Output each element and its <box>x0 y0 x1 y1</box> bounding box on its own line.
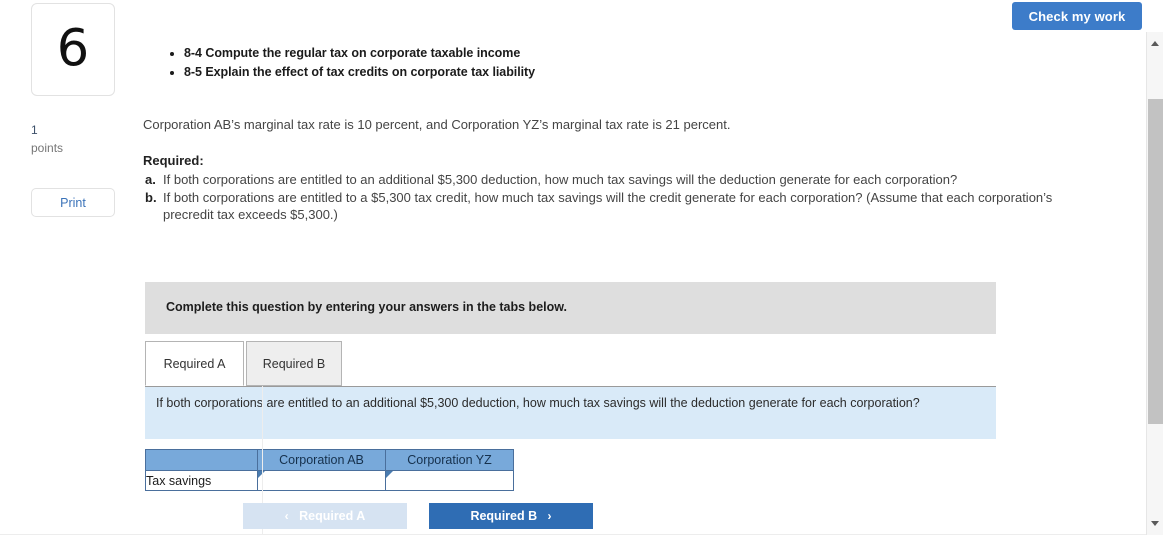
tax-savings-yz-cell[interactable] <box>385 470 514 491</box>
tab-required-a[interactable]: Required A <box>145 341 244 386</box>
table-header-row: Corporation AB Corporation YZ <box>145 449 514 471</box>
scenario-text: Corporation AB’s marginal tax rate is 10… <box>143 117 731 132</box>
tax-savings-yz-input[interactable] <box>386 471 513 490</box>
cell-flag-icon <box>386 471 393 478</box>
question-number: 6 <box>56 18 90 78</box>
tax-savings-ab-cell[interactable] <box>257 470 386 491</box>
required-item-marker: b. <box>145 189 157 205</box>
table-row-label-tax-savings: Tax savings <box>145 470 258 491</box>
answer-panel-prompt: If both corporations are entitled to an … <box>145 387 996 439</box>
learning-objective-item: 8-5 Explain the effect of tax credits on… <box>184 63 535 82</box>
pager-previous-label: Required A <box>299 509 366 523</box>
learning-objectives-list: 8-4 Compute the regular tax on corporate… <box>162 44 535 81</box>
answer-panel-prompt-text: If both corporations are entitled to an … <box>156 396 920 410</box>
table-corner-header <box>145 449 258 471</box>
vertical-scrollbar[interactable] <box>1146 32 1163 535</box>
answer-table: Corporation AB Corporation YZ Tax saving… <box>145 449 514 491</box>
points-value: 1 <box>31 123 38 137</box>
table-header-corporation-ab: Corporation AB <box>257 449 386 471</box>
scroll-up-arrow-icon[interactable] <box>1147 35 1163 52</box>
required-list: a. If both corporations are entitled to … <box>143 171 1059 224</box>
chevron-left-icon: ‹ <box>284 509 289 523</box>
table-row: Tax savings <box>145 470 514 491</box>
answer-table-body: Tax savings <box>145 470 514 491</box>
required-item-text: If both corporations are entitled to a $… <box>163 189 1053 223</box>
tab-required-b[interactable]: Required B <box>246 341 342 386</box>
learning-objective-item: 8-4 Compute the regular tax on corporate… <box>184 44 535 63</box>
instruction-bar: Complete this question by entering your … <box>145 282 996 334</box>
print-button[interactable]: Print <box>31 188 115 217</box>
required-item-marker: a. <box>145 172 156 187</box>
chevron-right-icon: › <box>547 509 552 523</box>
scroll-down-arrow-icon[interactable] <box>1147 515 1163 532</box>
points-label: points <box>31 141 64 155</box>
required-item-text: If both corporations are entitled to an … <box>163 172 958 187</box>
pager-previous-button[interactable]: ‹ Required A <box>243 503 407 529</box>
required-heading: Required: <box>143 153 204 168</box>
question-rail: 6 1 points Print <box>0 0 143 535</box>
question-content: 8-4 Compute the regular tax on corporate… <box>143 0 1133 536</box>
instruction-bar-text: Complete this question by entering your … <box>166 300 567 314</box>
pager-next-button[interactable]: Required B › <box>429 503 593 529</box>
table-header-corporation-yz: Corporation YZ <box>385 449 514 471</box>
required-item-a: a. If both corporations are entitled to … <box>143 171 1059 189</box>
answer-table-head: Corporation AB Corporation YZ <box>145 449 514 471</box>
scrollbar-thumb[interactable] <box>1148 99 1163 424</box>
question-number-box: 6 <box>31 3 115 96</box>
pager-next-label: Required B <box>470 509 538 523</box>
required-item-b: b. If both corporations are entitled to … <box>143 189 1059 224</box>
tax-savings-ab-input[interactable] <box>258 471 385 490</box>
